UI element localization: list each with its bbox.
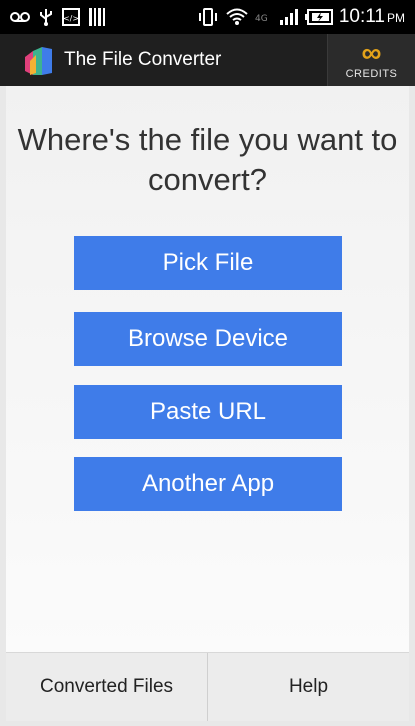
bottom-bar: Converted Files Help [6,652,409,721]
main-content: Where's the file you want to convert? Pi… [6,86,409,652]
page-prompt: Where's the file you want to convert? [17,122,398,197]
credits-value: ∞ [361,36,382,68]
credits-button[interactable]: ∞ CREDITS [327,34,415,86]
debug-icon: </> [62,8,80,26]
converted-files-tab[interactable]: Converted Files [6,653,207,721]
browse-device-button[interactable]: Browse Device [74,312,342,366]
credits-label: CREDITS [345,67,398,80]
pick-file-button[interactable]: Pick File [74,236,342,290]
paste-url-button[interactable]: Paste URL [74,385,342,439]
battery-charging-icon [304,9,333,25]
signal-icon [279,8,299,26]
svg-text:4G: 4G [255,14,268,23]
status-bar: </> 4G 10:11 PM [0,0,415,34]
voicemail-icon [10,11,30,23]
usb-icon [38,7,54,27]
vibrate-icon [197,8,219,26]
status-left-icons: </> [10,7,106,27]
another-app-button[interactable]: Another App [74,457,342,511]
app-title: The File Converter [64,49,222,70]
help-tab[interactable]: Help [208,653,409,721]
action-bar: The File Converter ∞ CREDITS [0,34,415,86]
status-time: 10:11 PM [338,6,405,27]
4g-icon: 4G [255,11,273,23]
svg-text:</>: </> [63,14,79,23]
barcode-icon [88,7,106,27]
wifi-icon [225,7,249,27]
app-logo-icon [25,47,52,75]
status-right-icons: 4G 10:11 PM [197,6,405,28]
